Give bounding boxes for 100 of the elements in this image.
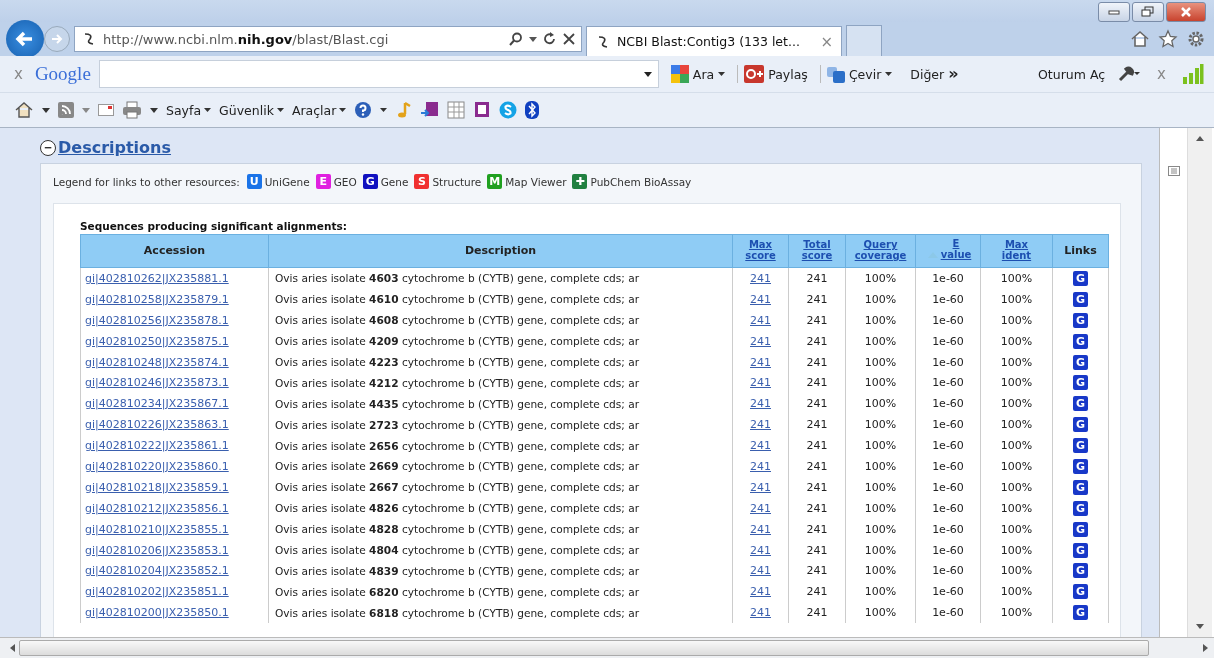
help-icon[interactable] xyxy=(354,101,373,119)
gene-link-badge[interactable]: G xyxy=(1073,458,1088,474)
accession-link[interactable]: gi|402810200|JX235850.1 xyxy=(85,606,229,620)
toolbar-button[interactable]: Çevir xyxy=(819,65,899,83)
score-link[interactable]: 241 xyxy=(750,564,771,578)
list-icon[interactable] xyxy=(1167,166,1180,176)
notebook-icon[interactable] xyxy=(473,101,492,119)
toolbar-button[interactable]: Diğer » xyxy=(904,66,965,82)
table-cell: Ovis aries isolate 4839 cytochrome b (CYTB) gene, complete cds; ar xyxy=(268,560,733,582)
menu-button[interactable]: Güvenlik xyxy=(219,102,284,118)
gene-link-badge[interactable]: G xyxy=(1073,375,1088,391)
printer-icon[interactable] xyxy=(122,101,142,119)
score-link[interactable]: 241 xyxy=(750,543,771,557)
settings-icon[interactable] xyxy=(1186,29,1206,49)
menu-button[interactable]: Araçlar xyxy=(291,102,347,118)
accession-link[interactable]: gi|402810204|JX235852.1 xyxy=(85,564,229,578)
gene-link-badge[interactable]: G xyxy=(1073,291,1088,307)
gene-link-badge[interactable]: G xyxy=(1073,584,1088,600)
score-link[interactable]: 241 xyxy=(750,313,771,327)
collapse-toggle[interactable]: − xyxy=(40,139,56,156)
accession-link[interactable]: gi|402810202|JX235851.1 xyxy=(85,585,229,599)
score-link[interactable]: 241 xyxy=(750,439,771,453)
dropdown-arrow-icon[interactable] xyxy=(380,108,388,112)
score-link[interactable]: 241 xyxy=(750,397,771,411)
gene-link-badge[interactable]: G xyxy=(1073,312,1088,328)
gene-link-badge[interactable]: G xyxy=(1073,438,1088,454)
dropdown-arrow-icon[interactable] xyxy=(529,36,537,42)
section-title-link[interactable]: Descriptions xyxy=(58,138,171,157)
home-icon[interactable] xyxy=(1130,29,1150,49)
scroll-right-icon[interactable] xyxy=(1203,644,1208,652)
gene-link-badge[interactable]: G xyxy=(1073,417,1088,433)
scroll-left-icon[interactable] xyxy=(10,644,15,652)
score-link[interactable]: 241 xyxy=(750,522,771,536)
gene-link-badge[interactable]: G xyxy=(1073,563,1088,579)
table-cell: 241 xyxy=(788,435,846,456)
accession-link[interactable]: gi|402810212|JX235856.1 xyxy=(85,501,229,515)
back-button[interactable] xyxy=(6,20,44,58)
gene-link-badge[interactable]: G xyxy=(1073,354,1088,370)
vertical-scrollbar[interactable] xyxy=(1188,128,1212,637)
star-icon[interactable] xyxy=(1158,29,1178,49)
tab-close-button[interactable]: × xyxy=(820,32,833,51)
gene-link-badge[interactable]: G xyxy=(1073,396,1088,412)
gene-link-badge[interactable]: G xyxy=(1073,270,1088,286)
mail-icon[interactable] xyxy=(98,103,114,117)
accession-link[interactable]: gi|402810258|JX235879.1 xyxy=(85,292,229,306)
scroll-thumb[interactable] xyxy=(19,640,1149,656)
close-button[interactable] xyxy=(1166,2,1206,22)
sign-in-link[interactable]: Oturum Aç xyxy=(1032,66,1112,82)
score-link[interactable]: 241 xyxy=(750,376,771,390)
wrench-icon[interactable] xyxy=(1117,65,1142,83)
score-link[interactable]: 241 xyxy=(750,459,771,473)
gene-link-badge[interactable]: G xyxy=(1073,521,1088,537)
score-link[interactable]: 241 xyxy=(750,418,771,432)
gene-link-badge[interactable]: G xyxy=(1073,542,1088,558)
menu-button[interactable]: Sayfa xyxy=(166,102,212,118)
home-icon[interactable] xyxy=(14,100,34,120)
accession-link[interactable]: gi|402810262|JX235881.1 xyxy=(85,271,229,285)
accession-link[interactable]: gi|402810248|JX235874.1 xyxy=(85,355,229,369)
toolbar-button[interactable]: Ara xyxy=(664,65,732,83)
score-link[interactable]: 241 xyxy=(750,501,771,515)
search-icon[interactable] xyxy=(509,32,523,46)
toolbar-button[interactable]: Paylaş xyxy=(737,65,814,83)
accession-link[interactable]: gi|402810234|JX235867.1 xyxy=(85,397,229,411)
browser-tab[interactable]: NCBI Blast:Contig3 (133 let... × xyxy=(586,26,842,56)
gene-link-badge[interactable]: G xyxy=(1073,605,1088,621)
accession-link[interactable]: gi|402810222|JX235861.1 xyxy=(85,439,229,453)
search-field[interactable] xyxy=(98,60,659,88)
bluetooth-icon[interactable] xyxy=(525,101,540,119)
score-link[interactable]: 241 xyxy=(750,480,771,494)
accession-link[interactable]: gi|402810210|JX235855.1 xyxy=(85,522,229,536)
accession-link[interactable]: gi|402810250|JX235875.1 xyxy=(85,334,229,348)
score-link[interactable]: 241 xyxy=(750,292,771,306)
score-link[interactable]: 241 xyxy=(750,355,771,369)
accession-link[interactable]: gi|402810256|JX235878.1 xyxy=(85,313,229,327)
accession-link[interactable]: gi|402810218|JX235859.1 xyxy=(85,480,229,494)
legend-badge: E xyxy=(315,174,331,189)
dropdown-arrow-icon[interactable] xyxy=(150,107,158,113)
accession-link[interactable]: gi|402810220|JX235860.1 xyxy=(85,459,229,473)
score-link[interactable]: 241 xyxy=(750,606,771,620)
accession-link[interactable]: gi|402810226|JX235863.1 xyxy=(85,418,229,432)
address-bar[interactable]: http://www.ncbi.nlm.nih.gov/blast/Blast.cgi xyxy=(74,26,582,52)
note-arrow-icon[interactable] xyxy=(421,101,440,119)
score-link[interactable]: 241 xyxy=(750,271,771,285)
accession-link[interactable]: gi|402810206|JX235853.1 xyxy=(85,543,229,557)
dropdown-arrow-icon[interactable] xyxy=(42,107,50,113)
scroll-down-icon[interactable] xyxy=(1196,624,1204,629)
horizontal-scrollbar[interactable] xyxy=(0,637,1214,658)
gene-link-badge[interactable]: G xyxy=(1073,500,1088,516)
minimize-button[interactable] xyxy=(1098,2,1130,22)
accession-link[interactable]: gi|402810246|JX235873.1 xyxy=(85,376,229,390)
s-circle-icon[interactable] xyxy=(499,101,518,119)
restore-button[interactable] xyxy=(1132,2,1164,22)
score-link[interactable]: 241 xyxy=(750,585,771,599)
feed-icon[interactable] xyxy=(58,102,74,118)
gene-link-badge[interactable]: G xyxy=(1073,479,1088,495)
scroll-up-icon[interactable] xyxy=(1196,136,1204,141)
refresh-icon[interactable] xyxy=(543,32,557,46)
stop-icon[interactable] xyxy=(563,33,575,45)
gene-link-badge[interactable]: G xyxy=(1073,333,1088,349)
score-link[interactable]: 241 xyxy=(750,334,771,348)
